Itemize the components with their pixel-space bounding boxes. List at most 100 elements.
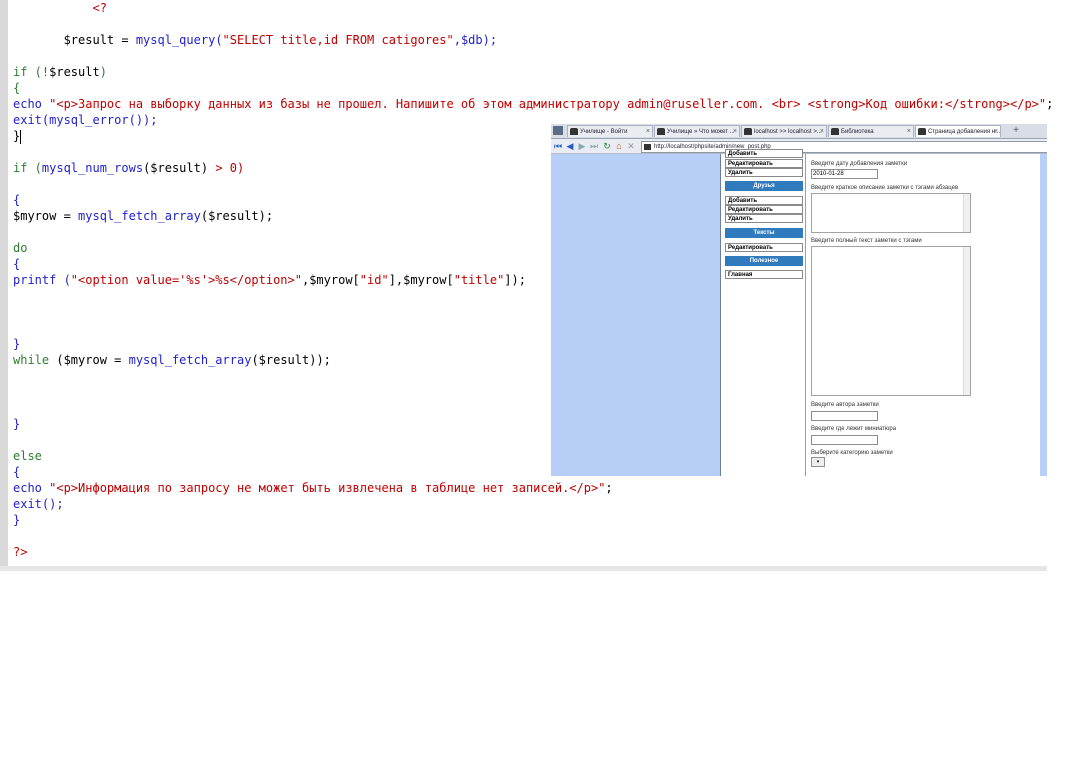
short-text-label: Введите краткое описание заметки с тэгам…: [811, 185, 959, 191]
browser-tab-3[interactable]: localhost >> localhost >... ×: [741, 125, 827, 137]
code-line-2: $result = mysql_query("SELECT title,id F…: [13, 32, 498, 48]
address-bar[interactable]: http://localhost/phpsite/admin/new_post.…: [641, 141, 1047, 153]
code-string: "<p>Информация по запросу не может быть …: [49, 481, 606, 495]
code-line-12: {: [13, 257, 21, 271]
code-line-17: else: [13, 449, 42, 463]
admin-side-menu: Добавить Редактировать Удалить Друзья До…: [723, 149, 806, 476]
browser-tab-1[interactable]: Училище - Войти ×: [567, 125, 653, 137]
code-line-21: }: [13, 513, 21, 527]
page-icon: [831, 128, 839, 135]
author-input[interactable]: [811, 411, 878, 421]
code-line-22: ?>: [13, 545, 28, 559]
date-input[interactable]: 2010-01-28: [811, 169, 878, 179]
home-icon[interactable]: ⌂: [614, 141, 624, 151]
browser-tab-4[interactable]: Библиотека ×: [828, 125, 914, 137]
tab-list-icon[interactable]: [553, 126, 563, 135]
menu-item-add[interactable]: Добавить: [725, 196, 803, 205]
close-icon[interactable]: ×: [733, 126, 737, 137]
first-icon[interactable]: ⏮: [553, 141, 563, 151]
code-line-5: echo "<p>Запрос на выборку данных из баз…: [13, 96, 1053, 112]
code-line-13: printf ("<option value='%s'>%s</option>"…: [13, 272, 526, 288]
menu-item-edit[interactable]: Редактировать: [725, 159, 803, 168]
code-keyword: while: [13, 353, 50, 367]
full-text-area[interactable]: [811, 246, 971, 396]
code-tail: ,$db);: [453, 33, 498, 47]
menu-item-home[interactable]: Главная: [725, 270, 803, 279]
php-open-tag: <?: [92, 1, 107, 15]
thumbnail-input[interactable]: [811, 435, 878, 445]
site-icon: [644, 144, 651, 150]
code-line-19: echo "<p>Информация по запросу не может …: [13, 480, 613, 496]
page-icon: [918, 128, 926, 135]
tab-label: Училище - Войти: [580, 129, 628, 135]
code-function: mysql_num_rows: [41, 161, 144, 175]
page-icon: [570, 128, 578, 135]
text-caret: [20, 129, 22, 144]
code-tail: ]);: [504, 273, 526, 287]
menu-section-useful: Полезное: [725, 256, 803, 266]
menu-item-edit[interactable]: Редактировать: [725, 243, 803, 252]
category-label: Выберите категорию заметки: [811, 450, 893, 456]
code-line-7: }: [13, 128, 22, 144]
code-keyword: echo: [13, 481, 50, 495]
code-string: "<option value='%s'>%s</option>": [70, 273, 302, 287]
category-select[interactable]: ▾: [811, 457, 825, 467]
tab-label: Страница добавления н...: [928, 129, 1001, 135]
scrollbar[interactable]: [963, 194, 970, 232]
code-line-10: $myrow = mysql_fetch_array($result);: [13, 208, 273, 224]
browser-tab-5[interactable]: Страница добавления н... ×: [915, 125, 1001, 137]
code-line-15: while ($myrow = mysql_fetch_array($resul…: [13, 352, 331, 368]
forward-icon[interactable]: ▶: [577, 141, 587, 151]
close-icon[interactable]: ×: [820, 126, 824, 137]
menu-section-friends: Друзья: [725, 181, 803, 191]
code-line-6: exit(mysql_error());: [13, 113, 158, 127]
back-icon[interactable]: ◀: [565, 141, 575, 151]
code-line-8: if (mysql_num_rows($result) > 0): [13, 160, 244, 176]
code-line-1: <?: [13, 0, 107, 16]
close-icon[interactable]: ×: [646, 126, 650, 137]
code-string: "id": [359, 273, 389, 287]
code-brace: }: [13, 129, 21, 143]
code-line-9: {: [13, 193, 21, 207]
close-icon[interactable]: ×: [907, 126, 911, 137]
code-line-16: }: [13, 417, 21, 431]
code-semicolon: ;: [1046, 97, 1054, 111]
code-string: "title": [453, 273, 505, 287]
new-tab-button[interactable]: +: [1005, 125, 1027, 137]
page-icon: [744, 128, 752, 135]
code-line-18: {: [13, 465, 21, 479]
menu-item-add-partial[interactable]: Добавить: [725, 149, 803, 158]
embedded-browser-screenshot: Училище - Войти × Училище » Что может ...…: [551, 124, 1047, 476]
tab-label: Училище » Что может ...: [667, 129, 735, 135]
code-line-11: do: [13, 241, 28, 255]
code-line-3: if (!$result): [13, 64, 107, 80]
menu-item-delete[interactable]: Удалить: [725, 168, 803, 177]
browser-tab-2[interactable]: Училище » Что может ... ×: [654, 125, 740, 137]
code-operator: > 0): [208, 161, 245, 175]
page-scrollbar[interactable]: [1040, 154, 1047, 476]
code-tail: ($result));: [251, 353, 331, 367]
code-var: ($result): [143, 161, 209, 175]
close-icon[interactable]: ×: [994, 126, 998, 137]
chevron-down-icon: ▾: [816, 459, 820, 465]
page-icon: [657, 128, 665, 135]
code-tail: ($result);: [200, 209, 274, 223]
scrollbar[interactable]: [963, 247, 970, 395]
thumbnail-label: Введите где лежит миниатюра: [811, 426, 897, 432]
menu-section-texts: Тексты: [725, 228, 803, 238]
code-var: ,$myrow[: [301, 273, 360, 287]
code-semicolon: ;: [605, 481, 613, 495]
reload-icon[interactable]: ↻: [602, 141, 612, 151]
code-paren: ): [99, 65, 107, 79]
tab-label: localhost >> localhost >...: [754, 129, 822, 135]
menu-item-edit[interactable]: Редактировать: [725, 205, 803, 214]
code-var: $result: [49, 65, 100, 79]
code-function: mysql_query: [135, 33, 216, 47]
code-function: printf (: [13, 273, 71, 287]
short-text-area[interactable]: [811, 193, 971, 233]
stop-icon[interactable]: ✕: [626, 141, 636, 151]
code-var: ($myrow =: [49, 353, 129, 367]
menu-item-delete[interactable]: Удалить: [725, 214, 803, 223]
last-icon[interactable]: ⏭: [589, 141, 599, 151]
date-label: Введите дату добавления заметки: [811, 161, 908, 167]
